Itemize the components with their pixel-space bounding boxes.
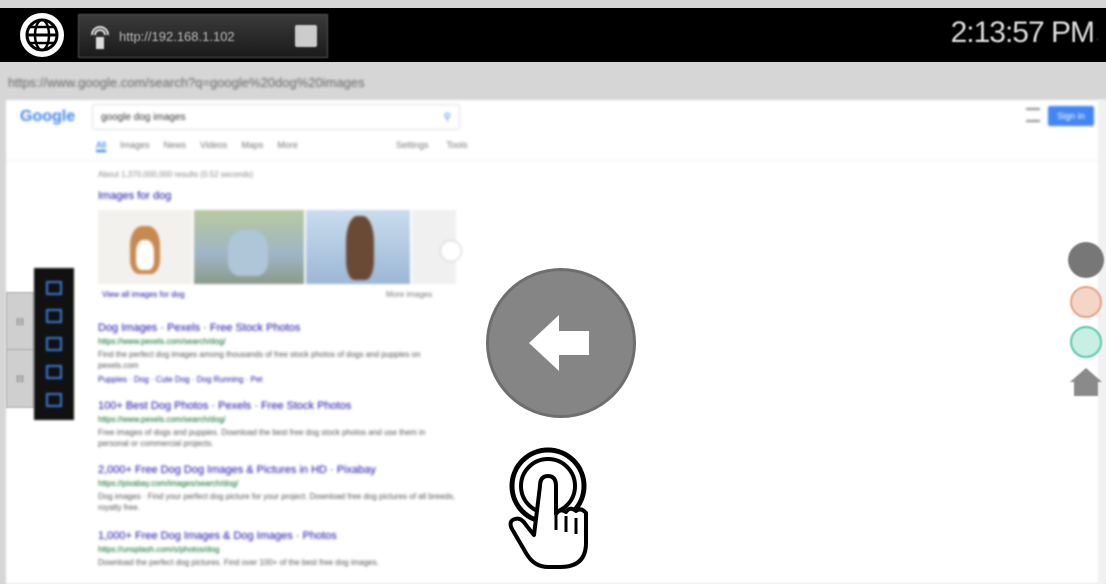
- toolbar-icon[interactable]: [46, 393, 62, 407]
- cast-url-chip[interactable]: http://192.168.1.102: [78, 14, 328, 58]
- header-black-strip: http://192.168.1.102 2:13:57 PM ·: [0, 8, 1106, 62]
- search-tabs: All Images News Videos Maps More: [96, 140, 298, 152]
- back-button[interactable]: [486, 268, 636, 418]
- search-result: Dog Images · Pexels · Free Stock Photos …: [98, 322, 458, 385]
- result-snippet: Find the perfect dog images among thousa…: [98, 350, 421, 370]
- images-heading[interactable]: Images for dog: [98, 190, 171, 202]
- top-bar: http://192.168.1.102 2:13:57 PM ·: [0, 0, 1106, 68]
- tab-maps[interactable]: Maps: [241, 140, 263, 152]
- result-url[interactable]: https://www.pexels.com/search/dog/: [98, 415, 458, 424]
- toolbar-icon[interactable]: [46, 337, 62, 351]
- clock: 2:13:57 PM ·: [950, 16, 1099, 50]
- result-url[interactable]: https://unsplash.com/s/photos/dog: [98, 545, 458, 554]
- result-snippet: Free images of dogs and puppies. Downloa…: [98, 428, 426, 448]
- right-launcher: [1068, 242, 1104, 398]
- next-images-arrow[interactable]: [440, 240, 462, 262]
- result-stats: About 1,370,000,000 results (0.52 second…: [98, 170, 254, 179]
- arrow-left-icon: [529, 315, 589, 371]
- app-icon-orange[interactable]: [1070, 286, 1102, 318]
- grid-icon[interactable]: [295, 25, 317, 47]
- cast-icon: [91, 26, 109, 49]
- tab-videos[interactable]: Videos: [200, 140, 227, 152]
- dog-thumbnail[interactable]: [194, 210, 304, 284]
- clock-suffix: ·: [1096, 34, 1099, 44]
- search-query: google dog images: [101, 112, 186, 123]
- result-snippet: Download the perfect dog pictures. Find …: [98, 558, 379, 567]
- home-icon[interactable]: [1068, 366, 1104, 398]
- google-logo[interactable]: Google: [20, 108, 75, 126]
- globe-icon[interactable]: [1068, 242, 1104, 278]
- settings-link[interactable]: Settings: [396, 140, 429, 150]
- tools-link[interactable]: Tools: [447, 140, 468, 150]
- search-result: 1,000+ Free Dog Images & Dog Images · Ph…: [98, 530, 458, 568]
- apps-menu-icon[interactable]: [1026, 108, 1040, 122]
- side-toolbar: [34, 268, 74, 420]
- sign-in-button[interactable]: Sign in: [1048, 106, 1094, 126]
- search-result: 100+ Best Dog Photos · Pexels · Free Sto…: [98, 400, 458, 449]
- tab-images[interactable]: Images: [120, 140, 150, 152]
- address-bar[interactable]: https://www.google.com/search?q=google%2…: [0, 68, 1106, 98]
- divider: [6, 160, 1106, 161]
- tab-news[interactable]: News: [164, 140, 187, 152]
- search-result: 2,000+ Free Dog Dog Images & Pictures in…: [98, 464, 458, 513]
- result-url[interactable]: https://pixabay.com/images/search/dog/: [98, 479, 458, 488]
- result-snippet: Dog images · Find your perfect dog pictu…: [98, 492, 456, 512]
- result-title[interactable]: 1,000+ Free Dog Images & Dog Images · Ph…: [98, 530, 458, 542]
- toolbar-icon[interactable]: [46, 365, 62, 379]
- search-input[interactable]: google dog images ⚲: [92, 104, 460, 130]
- globe-icon: [25, 18, 59, 52]
- cast-url-text: http://192.168.1.102: [119, 28, 235, 44]
- app-icon-teal[interactable]: [1070, 326, 1102, 358]
- handle-segment[interactable]: ▤: [7, 293, 33, 350]
- hand-tap-icon: [508, 447, 588, 569]
- clock-time: 2:13:57 PM: [950, 16, 1095, 49]
- search-icon[interactable]: ⚲: [444, 105, 451, 131]
- result-sitelinks[interactable]: Puppies · Dog · Cute Dog · Dog Running ·…: [98, 374, 458, 385]
- view-all-images-link[interactable]: View all images for dog: [102, 290, 185, 299]
- dog-thumbnail[interactable]: [98, 210, 192, 284]
- handle-segment[interactable]: ▤: [7, 350, 33, 406]
- result-title[interactable]: Dog Images · Pexels · Free Stock Photos: [98, 322, 458, 334]
- side-drawer-handle[interactable]: ▤ ▤: [6, 292, 34, 408]
- search-tools: Settings Tools: [396, 140, 468, 150]
- tab-more[interactable]: More: [277, 140, 298, 152]
- image-thumbnails: [98, 210, 456, 284]
- more-images-link[interactable]: More images: [386, 290, 432, 299]
- tab-all[interactable]: All: [96, 140, 107, 152]
- toolbar-icon[interactable]: [46, 309, 62, 323]
- result-title[interactable]: 100+ Best Dog Photos · Pexels · Free Sto…: [98, 400, 458, 412]
- dog-thumbnail[interactable]: [306, 210, 410, 284]
- toolbar-icon[interactable]: [46, 281, 62, 295]
- globe-button[interactable]: [20, 13, 64, 57]
- result-url[interactable]: https://www.pexels.com/search/dog/: [98, 337, 458, 346]
- result-title[interactable]: 2,000+ Free Dog Dog Images & Pictures in…: [98, 464, 458, 476]
